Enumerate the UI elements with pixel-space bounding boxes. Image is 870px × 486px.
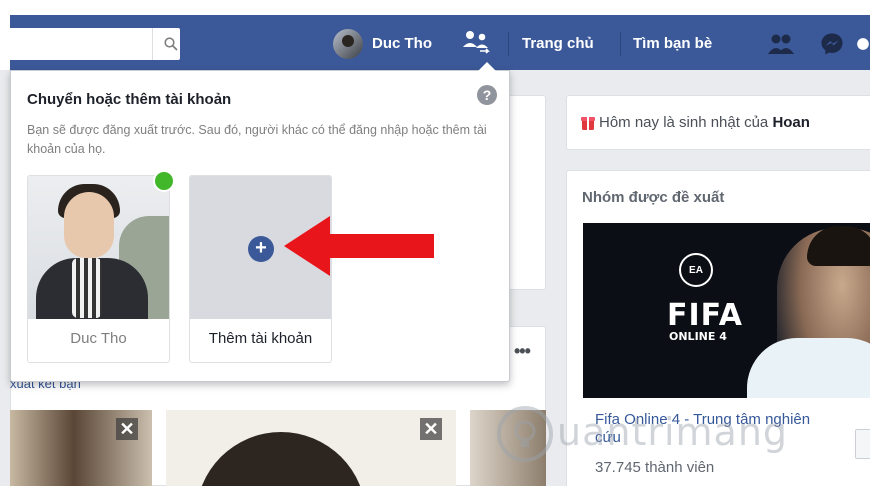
friend-requests-button[interactable]: [766, 30, 796, 58]
dismiss-suggestion-button[interactable]: ✕: [116, 418, 138, 440]
switcher-title: Chuyển hoặc thêm tài khoản: [27, 91, 232, 108]
ea-logo: EA: [679, 253, 713, 287]
gift-icon: [581, 117, 595, 130]
globe-icon: [857, 38, 869, 50]
suggested-person-photo[interactable]: [166, 410, 456, 486]
player-shirt: [747, 338, 870, 398]
top-bar: Duc Tho Trang chủ Tìm bạn bè: [0, 0, 870, 70]
join-group-button[interactable]: [855, 429, 870, 459]
plus-icon: +: [248, 236, 274, 262]
account-name: Duc Tho: [70, 330, 127, 347]
dismiss-suggestion-button[interactable]: ✕: [420, 418, 442, 440]
avatar[interactable]: [333, 29, 363, 59]
watermark: uantrimang: [495, 400, 835, 470]
profile-name-link[interactable]: Duc Tho: [372, 35, 432, 52]
search-input[interactable]: [10, 28, 180, 60]
birthday-text: Hôm nay là sinh nhật của Hoan: [599, 114, 810, 131]
nav-home-link[interactable]: Trang chủ: [522, 35, 594, 52]
dropdown-caret: [478, 62, 496, 71]
messenger-icon: [821, 33, 843, 55]
more-options-button[interactable]: •••: [514, 341, 531, 362]
search-icon: [163, 37, 178, 51]
fifa-logo-subtitle: ONLINE 4: [669, 330, 727, 343]
suggested-groups-title: Nhóm được đề xuất: [582, 189, 725, 206]
account-photo: [28, 176, 169, 319]
switch-account-button[interactable]: [458, 27, 494, 59]
birthday-person-name: Hoan: [772, 114, 810, 131]
help-icon[interactable]: ?: [477, 85, 497, 105]
fifa-logo-text: FIFA: [667, 298, 743, 333]
switch-account-icon: [463, 31, 490, 54]
lightbulb-icon: [497, 406, 553, 462]
nav-divider: [508, 32, 509, 56]
online-status-dot: [153, 170, 175, 192]
account-card-duc-tho[interactable]: Duc Tho: [27, 175, 170, 363]
nav-find-friends-link[interactable]: Tìm bạn bè: [633, 35, 712, 52]
watermark-text: uantrimang: [557, 410, 789, 454]
switcher-description: Bạn sẽ được đăng xuất trước. Sau đó, ngư…: [27, 123, 487, 156]
nav-divider: [620, 32, 621, 56]
birthday-card[interactable]: Hôm nay là sinh nhật của Hoan: [566, 95, 870, 150]
red-arrow-annotation: [284, 216, 434, 276]
search-button[interactable]: [152, 28, 188, 60]
messenger-button[interactable]: [818, 30, 846, 58]
add-account-label: Thêm tài khoản: [208, 330, 313, 347]
group-cover-image[interactable]: EA FIFA ONLINE 4: [583, 223, 870, 398]
friends-icon: [768, 34, 794, 54]
globe-button[interactable]: [856, 30, 870, 58]
